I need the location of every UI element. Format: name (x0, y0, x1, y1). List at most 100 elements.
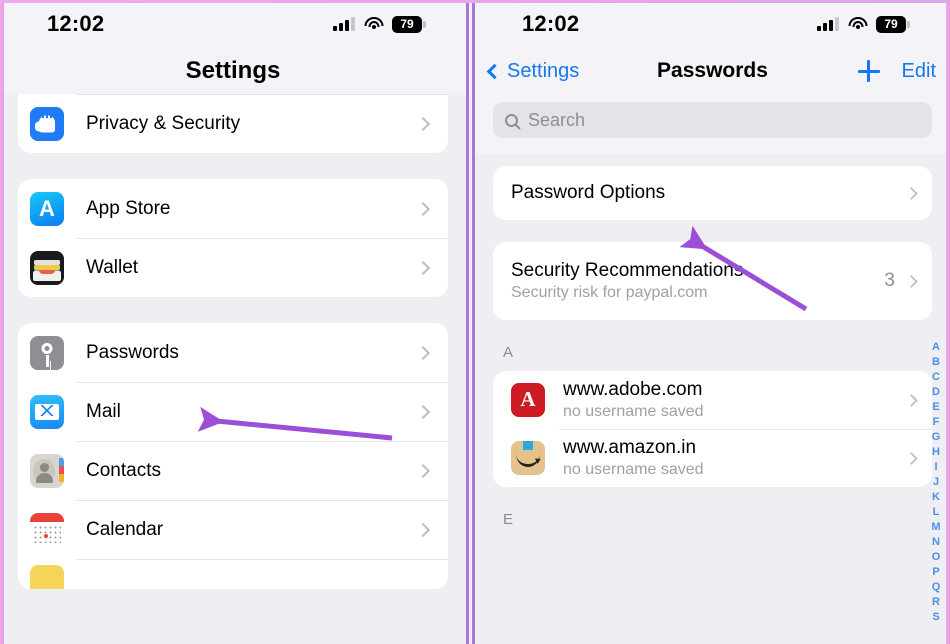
alphabet-index-letter[interactable]: P (932, 565, 939, 580)
chevron-right-icon (415, 201, 431, 216)
alphabet-index[interactable]: ABCDEFGHIJKLMNOPQRS (928, 340, 944, 625)
mail-envelope-icon (30, 394, 64, 429)
back-button[interactable]: Settings (486, 59, 580, 83)
alphabet-index-letter[interactable]: M (931, 520, 940, 535)
status-time: 12:02 (47, 11, 105, 36)
alphabet-index-letter[interactable]: S (932, 610, 939, 625)
battery-cap (907, 20, 910, 28)
chevron-right-icon (415, 404, 431, 419)
search-placeholder: Search (528, 109, 586, 130)
add-password-button[interactable] (857, 60, 880, 82)
alphabet-index-letter[interactable]: D (932, 385, 940, 400)
privacy-hand-icon (30, 106, 64, 141)
chevron-right-icon (905, 186, 918, 200)
passwords-list-card: A www.adobe.com no username saved www.am… (493, 371, 932, 487)
navbar-actions: Edit (857, 60, 936, 83)
battery-level: 79 (392, 15, 422, 33)
alphabet-index-letter[interactable]: E (932, 400, 939, 415)
status-bar-right: 12:02 79 (475, 0, 950, 48)
alphabet-index-letter[interactable]: I (934, 460, 937, 475)
contacts-icon (30, 453, 64, 488)
chevron-right-icon (415, 260, 431, 275)
battery-icon: 79 (876, 15, 910, 33)
chevron-right-icon (415, 522, 431, 537)
status-indicators: 79 (817, 15, 910, 33)
settings-row-app-store[interactable]: A App Store (18, 179, 448, 238)
chevron-right-icon (415, 345, 431, 360)
battery-icon: 79 (392, 15, 426, 33)
frame-edge-top (0, 0, 950, 3)
alphabet-index-letter[interactable]: C (932, 370, 940, 385)
passwords-panel: 12:02 79 Settings Passwords Edit Search … (475, 0, 950, 644)
settings-row-label: Mail (86, 400, 121, 422)
alphabet-index-letter[interactable]: R (932, 595, 940, 610)
panel-divider (466, 0, 475, 644)
battery-level: 79 (876, 15, 906, 33)
chevron-right-icon (905, 393, 918, 407)
alphabet-index-letter[interactable]: F (933, 415, 940, 430)
settings-row-contacts[interactable]: Contacts (18, 441, 448, 500)
section-header-e: E (503, 511, 514, 528)
settings-scroll-area[interactable]: Privacy & Security A App Store Wallet Pa… (0, 94, 466, 644)
frame-edge-left (0, 0, 4, 644)
status-bar-left: 12:02 79 (0, 0, 466, 48)
passwords-navbar: Settings Passwords Edit (475, 48, 950, 94)
alphabet-index-letter[interactable]: J (933, 475, 939, 490)
alphabet-index-letter[interactable]: A (932, 340, 940, 355)
section-header-a: A (503, 344, 514, 361)
wifi-icon (848, 17, 867, 31)
settings-panel: 12:02 79 Settings Privacy & Security A A… (0, 0, 466, 644)
settings-group-1: Privacy & Security (18, 94, 448, 153)
alphabet-index-letter[interactable]: L (933, 505, 940, 520)
site-username: no username saved (563, 403, 704, 420)
wallet-icon (30, 250, 64, 285)
security-recommendations-row[interactable]: Security Recommendations Security risk f… (493, 242, 932, 320)
settings-group-3: Passwords Mail Contacts Calendar (18, 323, 448, 589)
alphabet-index-letter[interactable]: Q (932, 580, 941, 595)
list-item[interactable]: www.amazon.in no username saved (493, 429, 932, 487)
battery-cap (423, 20, 426, 28)
row-sublabel: Security risk for paypal.com (511, 284, 708, 301)
amazon-icon (511, 441, 545, 475)
alphabet-index-letter[interactable]: G (932, 430, 941, 445)
back-button-label: Settings (507, 59, 580, 82)
settings-row-passwords[interactable]: Passwords (18, 323, 448, 382)
password-options-row[interactable]: Password Options (493, 166, 932, 220)
settings-row-label: Passwords (86, 341, 179, 363)
settings-row-calendar[interactable]: Calendar (18, 500, 448, 559)
chevron-right-icon (415, 116, 431, 131)
passwords-key-icon (30, 335, 64, 370)
notes-icon (30, 565, 64, 589)
alphabet-index-letter[interactable]: K (932, 490, 940, 505)
settings-row-label: Calendar (86, 518, 164, 540)
chevron-right-icon (415, 463, 431, 478)
chevron-right-icon (905, 451, 918, 465)
search-input[interactable]: Search (493, 102, 932, 138)
settings-row-privacy[interactable]: Privacy & Security (18, 94, 448, 153)
settings-row-mail[interactable]: Mail (18, 382, 448, 441)
settings-row-notes[interactable] (18, 559, 448, 589)
passwords-scroll-area[interactable]: Password Options Security Recommendation… (475, 154, 950, 604)
settings-row-label: Privacy & Security (86, 112, 241, 134)
chevron-left-icon (486, 63, 503, 79)
status-time: 12:02 (522, 11, 580, 36)
settings-row-label: Contacts (86, 459, 161, 481)
list-item[interactable]: A www.adobe.com no username saved (493, 371, 932, 429)
alphabet-index-letter[interactable]: N (932, 535, 940, 550)
settings-row-wallet[interactable]: Wallet (18, 238, 448, 297)
settings-navbar: Settings (0, 48, 466, 94)
security-recommendations-card: Security Recommendations Security risk f… (493, 242, 932, 320)
site-username: no username saved (563, 461, 704, 478)
password-options-card: Password Options (493, 166, 932, 220)
alphabet-index-letter[interactable]: H (932, 445, 940, 460)
status-indicators: 79 (333, 15, 426, 33)
settings-row-label: Wallet (86, 256, 139, 278)
search-container: Search (475, 94, 950, 154)
alphabet-index-letter[interactable]: B (932, 355, 940, 370)
app-store-icon: A (30, 191, 64, 226)
settings-row-label: App Store (86, 197, 171, 219)
recommendation-count: 3 (884, 270, 895, 291)
settings-group-2: A App Store Wallet (18, 179, 448, 297)
alphabet-index-letter[interactable]: O (932, 550, 941, 565)
edit-button[interactable]: Edit (902, 60, 936, 83)
